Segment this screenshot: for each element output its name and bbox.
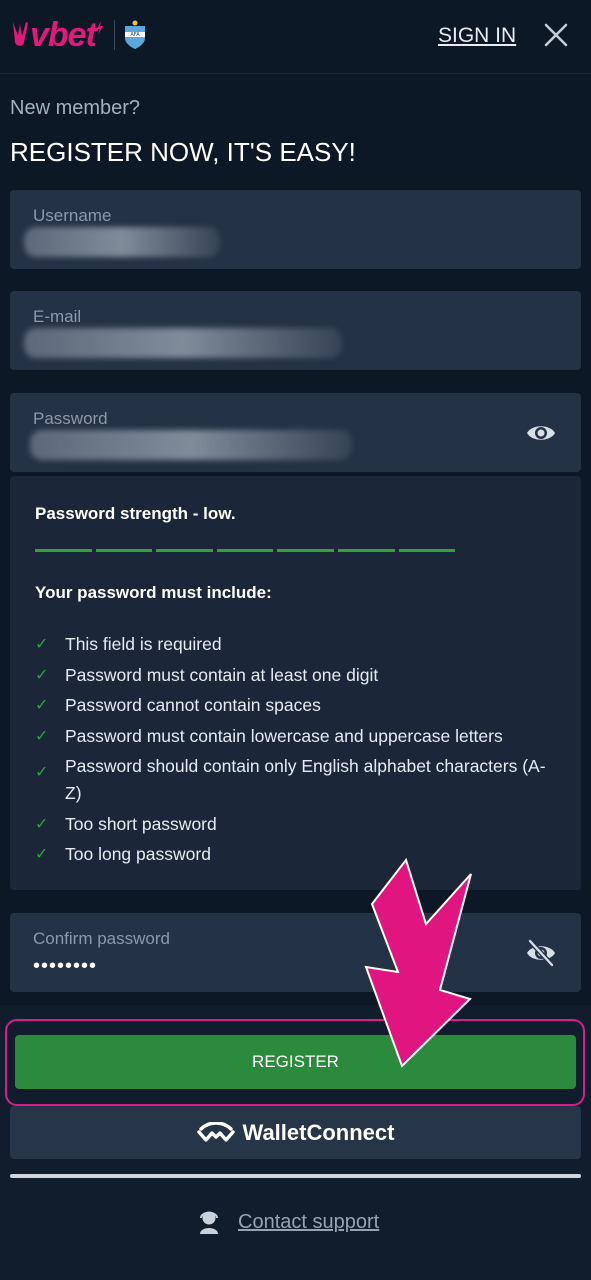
walletconnect-button[interactable]: WalletConnect: [10, 1106, 581, 1159]
confirm-password-label: Confirm password: [33, 929, 170, 948]
check-icon: ✓: [35, 666, 49, 684]
confirm-password-field[interactable]: Confirm password ••••••••: [10, 913, 581, 992]
logo-divider: [113, 20, 115, 50]
sign-in-link[interactable]: SIGN IN: [438, 24, 516, 48]
argentina-crest-icon: AFA: [124, 20, 145, 49]
check-icon: ✓: [35, 764, 49, 781]
confirm-password-value: ••••••••: [33, 955, 98, 977]
strength-segment: [35, 549, 92, 552]
strength-segment: [337, 549, 395, 552]
check-icon: ✓: [35, 727, 49, 745]
contact-support-link[interactable]: Contact support: [238, 1211, 379, 1234]
check-icon: ✓: [35, 636, 49, 653]
strength-segment: [95, 549, 153, 552]
support-agent-icon: [200, 1211, 218, 1234]
check-icon: ✓: [35, 815, 49, 833]
victory-hand-icon: [13, 22, 28, 46]
requirement-item: ✓ Too short password: [35, 811, 555, 838]
password-field[interactable]: Password: [10, 393, 581, 472]
username-field[interactable]: Username: [10, 190, 581, 269]
walletconnect-label: WalletConnect: [242, 1119, 395, 1145]
password-value-blurred: [30, 430, 352, 460]
requirements-heading: Your password must include:: [35, 583, 272, 602]
email-value-blurred: [24, 328, 342, 358]
username-value-blurred: [24, 227, 220, 257]
requirements-list: ✓ This field is required ✓ Password must c…: [35, 631, 555, 872]
strength-segment: [398, 549, 456, 552]
requirement-item: ✓ Too long password: [35, 841, 555, 868]
logo-text: vbet: [30, 16, 97, 54]
strength-segment: [216, 549, 274, 552]
password-strength-panel: Password strength - low. Your password m…: [10, 476, 581, 890]
eye-off-icon[interactable]: [525, 937, 557, 969]
page-title: REGISTER NOW, IT'S EASY!: [10, 137, 356, 167]
requirement-item: ✓ This field is required: [35, 631, 555, 658]
vbet-logo[interactable]: vbet AFA: [10, 18, 147, 52]
requirement-item: ✓ Password cannot contain spaces: [35, 692, 555, 719]
contact-support[interactable]: Contact support: [198, 1209, 379, 1235]
requirement-item: ✓ Password must contain lowercase and upp…: [35, 723, 555, 750]
email-label: E-mail: [33, 307, 82, 326]
new-member-text: New member?: [10, 97, 141, 119]
svg-text:AFA: AFA: [130, 32, 140, 38]
password-label: Password: [33, 409, 108, 428]
section-divider: [10, 1174, 581, 1178]
bolt-icon: [96, 21, 103, 35]
close-icon[interactable]: [541, 20, 571, 50]
eye-icon[interactable]: [525, 417, 557, 449]
walletconnect-icon: [196, 1121, 235, 1142]
strength-title: Password strength - low.: [35, 504, 236, 523]
username-label: Username: [33, 206, 112, 225]
strength-segment: [156, 549, 213, 552]
check-icon: ✓: [35, 697, 49, 714]
requirement-item: ✓ Password must contain at least one digi…: [35, 662, 555, 689]
check-icon: ✓: [35, 846, 49, 863]
strength-segment: [277, 549, 334, 552]
header: vbet AFA SIGN IN: [0, 0, 591, 74]
strength-meter: [35, 549, 456, 552]
requirement-item: ✓ Password should contain only English al…: [35, 753, 555, 807]
register-button[interactable]: REGISTER: [15, 1035, 576, 1089]
email-field[interactable]: E-mail: [10, 291, 581, 370]
